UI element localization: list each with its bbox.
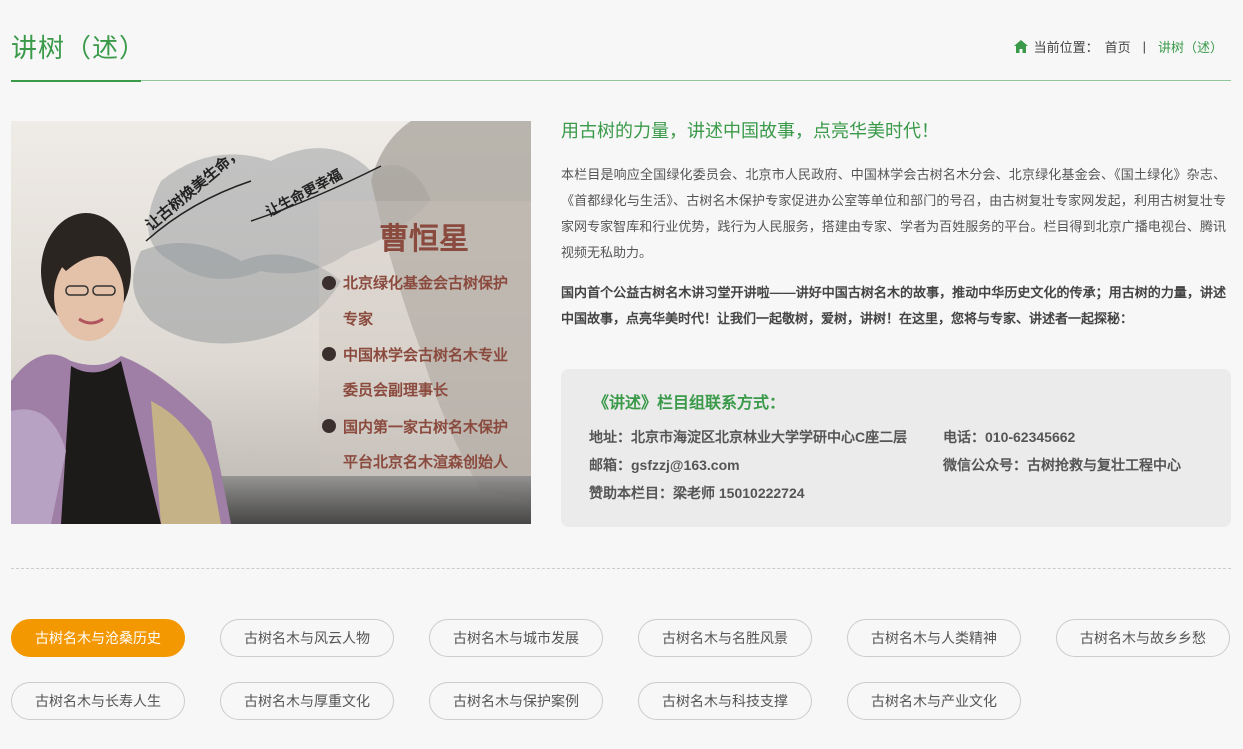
expert-banner-image: 让古树焕美生命， 让生命更幸福 曹恒星 北京绿化基金会古树保护 专家 中国林学会…: [11, 121, 531, 524]
contact-wechat: 微信公众号：古树抢救与复壮工程中心: [943, 457, 1181, 473]
contact-phone: 电话：010-62345662: [943, 429, 1076, 445]
home-icon: [1013, 40, 1028, 53]
banner-title-line-5: 国内第一家古树名木保护: [343, 418, 508, 436]
tag-longevity[interactable]: 古树名木与长寿人生: [11, 682, 185, 720]
contact-email: 邮箱：gsfzzj@163.com: [589, 457, 740, 473]
banner-title-line-4: 委员会副理事长: [343, 381, 449, 399]
banner-title-line-1: 北京绿化基金会古树保护: [343, 274, 508, 292]
breadcrumb: 当前位置： 首页 | 讲树（述）: [1013, 37, 1223, 56]
breadcrumb-separator: |: [1142, 39, 1146, 54]
title-underline: [11, 80, 141, 82]
tag-culture[interactable]: 古树名木与厚重文化: [220, 682, 394, 720]
contact-address: 地址：北京市海淀区北京林业大学学研中心C座二层: [589, 429, 908, 445]
tag-industry-culture[interactable]: 古树名木与产业文化: [847, 682, 1021, 720]
banner-expert-name: 曹恒星: [379, 222, 469, 257]
tag-city-development[interactable]: 古树名木与城市发展: [429, 619, 603, 657]
contact-sponsor: 赞助本栏目：梁老师 15010222724: [589, 485, 805, 501]
banner-title-line-6: 平台北京名木渲森创始人: [343, 453, 509, 471]
tag-protection-cases[interactable]: 古树名木与保护案例: [429, 682, 603, 720]
page-header: 讲树（述） 当前位置： 首页 | 讲树（述）: [11, 0, 1231, 82]
intro-bold-paragraph: 国内首个公益古树名木讲习堂开讲啦——讲好中国古树名木的故事，推动中华历史文化的传…: [561, 285, 1226, 326]
breadcrumb-prefix: 当前位置：: [1033, 40, 1099, 55]
section-divider: [11, 568, 1231, 569]
intro-section: 用古树的力量，讲述中国故事，点亮华美时代！ 本栏目是响应全国绿化委员会、北京市人…: [561, 118, 1226, 332]
tag-spirit[interactable]: 古树名木与人类精神: [847, 619, 1021, 657]
tag-figures[interactable]: 古树名木与风云人物: [220, 619, 394, 657]
tag-history[interactable]: 古树名木与沧桑历史: [11, 619, 185, 657]
breadcrumb-home-link[interactable]: 首页: [1105, 37, 1131, 56]
intro-paragraph: 本栏目是响应全国绿化委员会、北京市人民政府、中国林学会古树名木分会、北京绿化基金…: [561, 167, 1226, 260]
banner-title-line-3: 中国林学会古树名木专业: [343, 346, 508, 364]
banner-title-line-2: 专家: [343, 310, 373, 328]
tag-scenery[interactable]: 古树名木与名胜风景: [638, 619, 812, 657]
tag-technology[interactable]: 古树名木与科技支撑: [638, 682, 812, 720]
tag-homesickness[interactable]: 古树名木与故乡乡愁: [1056, 619, 1230, 657]
breadcrumb-current: 讲树（述）: [1157, 40, 1223, 55]
contact-box: 《讲述》栏目组联系方式： 地址：北京市海淀区北京林业大学学研中心C座二层 电话：…: [561, 369, 1231, 527]
page-title: 讲树（述）: [11, 33, 147, 63]
contact-title: 《讲述》栏目组联系方式：: [593, 395, 786, 412]
intro-slogan: 用古树的力量，讲述中国故事，点亮华美时代！: [561, 121, 939, 141]
